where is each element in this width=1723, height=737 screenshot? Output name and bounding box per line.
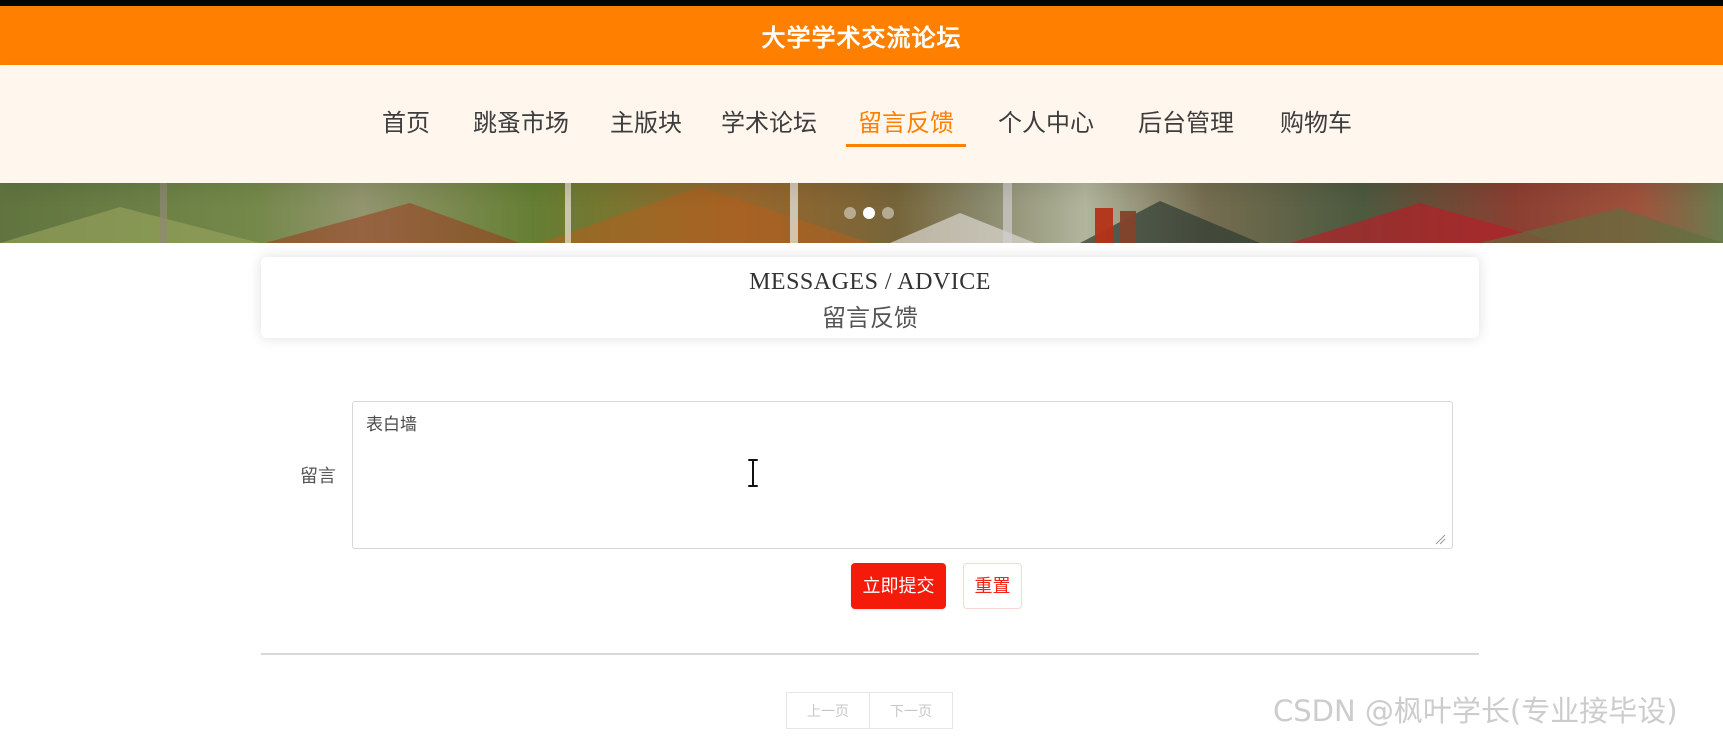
reset-button[interactable]: 重置: [963, 563, 1022, 609]
csdn-watermark: CSDN @枫叶学长(专业接毕设): [1273, 694, 1678, 728]
pagination: 上一页 下一页: [786, 692, 953, 729]
submit-button[interactable]: 立即提交: [851, 563, 946, 609]
nav-item-feedback[interactable]: 留言反馈: [846, 107, 966, 147]
next-page-button[interactable]: 下一页: [870, 693, 952, 728]
section-heading-card: MESSAGES / ADVICE 留言反馈: [261, 257, 1479, 338]
nav-items: 首页 跳蚤市场 主版块 学术论坛 留言反馈 个人中心 后台管理 购物车: [0, 65, 1723, 183]
nav-item-flea-market[interactable]: 跳蚤市场: [473, 107, 569, 139]
nav-item-admin[interactable]: 后台管理: [1138, 107, 1234, 139]
content-divider: [261, 653, 1479, 655]
section-title-chinese: 留言反馈: [822, 304, 918, 332]
message-label: 留言: [300, 466, 336, 487]
banner-slide-dot[interactable]: [882, 207, 894, 219]
section-title-english: MESSAGES / ADVICE: [749, 269, 991, 295]
nav-item-personal-center[interactable]: 个人中心: [998, 107, 1094, 139]
banner-slide-dot-active[interactable]: [863, 207, 875, 219]
campus-scene-image: [0, 183, 1723, 243]
nav-item-main-board[interactable]: 主版块: [610, 107, 682, 139]
textarea-resize-icon[interactable]: [1434, 533, 1446, 545]
nav-item-academic-forum[interactable]: 学术论坛: [721, 107, 817, 139]
banner-slide-dot[interactable]: [844, 207, 856, 219]
nav-item-home[interactable]: 首页: [382, 107, 430, 139]
nav-item-cart[interactable]: 购物车: [1280, 107, 1352, 139]
message-textarea[interactable]: 表白墙: [352, 401, 1453, 549]
hero-banner: [0, 183, 1723, 243]
text-cursor-icon: [748, 459, 758, 487]
site-header: 大学学术交流论坛: [0, 6, 1723, 65]
previous-page-button[interactable]: 上一页: [787, 693, 869, 728]
main-navigation: 首页 跳蚤市场 主版块 学术论坛 留言反馈 个人中心 后台管理 购物车: [0, 65, 1723, 183]
site-title: 大学学术交流论坛: [761, 24, 962, 52]
